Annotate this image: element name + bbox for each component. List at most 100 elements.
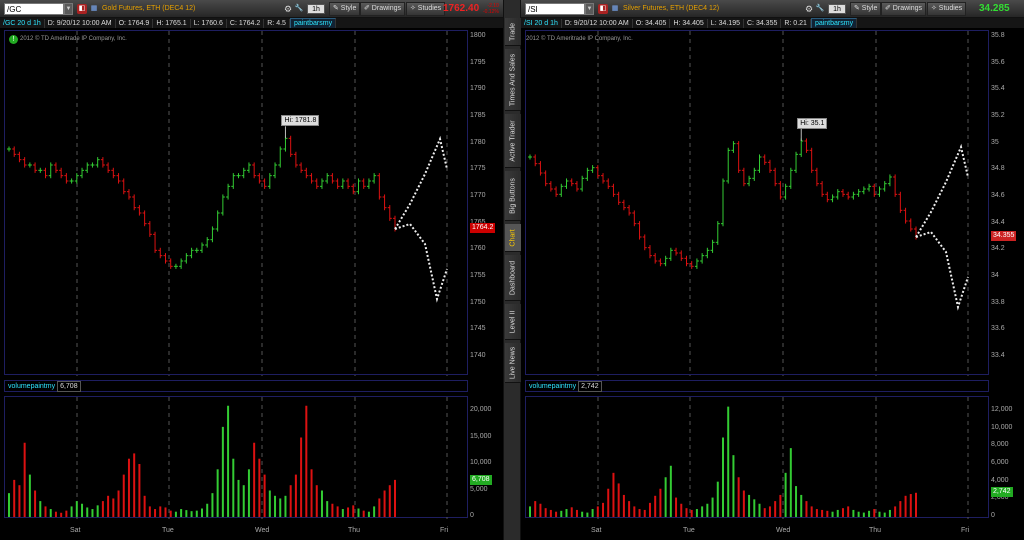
- chart-toolbar: /SI ▼ ◧ ▦ Silver Futures, ETH (DEC4 12) ⚙ 🔧 1h ✎…: [521, 0, 1024, 18]
- price-tick: 34.6: [991, 192, 1005, 199]
- volume-header: volumepaintmy 2,742: [525, 380, 989, 392]
- symbol-input[interactable]: /GC: [4, 3, 64, 15]
- side-tab-chart[interactable]: Chart: [505, 224, 521, 252]
- time-axis: Sat Tue Wed Thu Fri: [4, 527, 468, 539]
- study-tag[interactable]: paintbarsmy: [289, 18, 337, 28]
- price-chart-svg: [7, 31, 448, 376]
- ohlc-field: H: 1765.1: [153, 19, 191, 28]
- price-chart-area[interactable]: Hi: 1781.8 2012 © TD Ameritrade IP Compan…: [4, 30, 468, 376]
- projection-path: [394, 135, 448, 230]
- symbol-input[interactable]: /SI: [525, 3, 585, 15]
- side-tab-label: Level II: [509, 310, 517, 333]
- price-tick: 33.4: [991, 352, 1005, 359]
- price-tick: 1780: [470, 138, 486, 146]
- volume-tick: 6,000: [991, 459, 1009, 466]
- price-chart-svg: [528, 31, 969, 376]
- price-axis[interactable]: 35.8 35.6 35.4 35.2 35 34.8 34.6 34.4 34.2 34 33.8…: [991, 30, 1024, 375]
- ohlc-field: R: 0.21: [781, 19, 811, 28]
- wrench-icon[interactable]: 🔧: [815, 4, 825, 14]
- ohlc-field: L: 34.195: [708, 19, 744, 28]
- drawings-button[interactable]: ✐ Drawings: [360, 2, 405, 16]
- price-tick: 1760: [470, 245, 486, 253]
- price-tick: 35.2: [991, 112, 1005, 119]
- projection-path: [394, 222, 448, 303]
- projection-path: [915, 230, 969, 311]
- price-tick: 34.2: [991, 245, 1005, 253]
- volume-study-name[interactable]: volumepaintmy: [8, 383, 55, 390]
- side-tab-active-trader[interactable]: Active Trader: [505, 114, 521, 168]
- price-tick: 35: [991, 138, 999, 146]
- style-label: ✎ Style: [854, 5, 878, 12]
- volume-badge: 2,742: [991, 486, 1013, 497]
- day-label: Tue: [683, 527, 695, 534]
- price-tick: 35.8: [991, 32, 1005, 39]
- description-icon: ▦: [611, 5, 619, 12]
- aggregation-button[interactable]: 1h: [828, 4, 846, 14]
- volume-value: 6,708: [57, 381, 81, 392]
- side-tab-dashboard[interactable]: Dashboard: [505, 255, 521, 301]
- drawings-label: ✐ Drawings: [364, 5, 401, 12]
- link-icon[interactable]: ◧: [598, 4, 608, 14]
- side-tab-label: Live News: [509, 346, 517, 379]
- style-button[interactable]: ✎ Style: [850, 2, 882, 16]
- volume-chart-svg: [8, 397, 448, 519]
- ohlc-field: H: 34.405: [670, 19, 708, 28]
- day-label: Thu: [869, 527, 882, 534]
- projection-path: [915, 143, 969, 238]
- link-icon[interactable]: ◧: [77, 4, 87, 14]
- ohlc-field: R: 4.5: [264, 19, 290, 28]
- side-tab-times-and-sales[interactable]: Times And Sales: [505, 49, 521, 111]
- side-tab-live-news[interactable]: Live News: [505, 343, 521, 383]
- hi-label: Hi: 1781.8: [281, 115, 320, 127]
- ohlc-field: D: 9/20/12 10:00 AM: [562, 19, 633, 28]
- price-tick: 35.6: [991, 58, 1005, 66]
- volume-study-name[interactable]: volumepaintmy: [529, 383, 576, 390]
- price-tick: 34.8: [991, 165, 1005, 173]
- day-label: Thu: [348, 527, 361, 534]
- day-label: Tue: [162, 527, 174, 534]
- volume-chart-area[interactable]: [525, 396, 989, 519]
- volume-tick: 0: [991, 512, 995, 519]
- wrench-icon[interactable]: 🔧: [294, 4, 304, 14]
- settings-icon[interactable]: ⚙: [804, 4, 814, 14]
- price-tick: 33.8: [991, 298, 1005, 306]
- alert-badge-icon[interactable]: !: [9, 35, 18, 44]
- price-chart-area[interactable]: Hi: 35.1 2012 © TD Ameritrade IP Company,…: [525, 30, 989, 376]
- side-tab-trade[interactable]: Trade: [505, 18, 521, 46]
- studies-button[interactable]: ✧ Studies: [406, 2, 446, 16]
- ohlc-field: O: 34.405: [633, 19, 671, 28]
- chart-toolbar: /GC ▼ ◧ ▦ Gold Futures, ETH (DEC4 12) ⚙ 🔧 1h ✎ S…: [0, 0, 503, 18]
- ohlc-info-bar: /SI 20 d 1h D: 9/20/12 10:00 AM O: 34.405 H…: [521, 18, 1024, 28]
- day-label: Sat: [591, 527, 602, 534]
- side-tab-level-ii[interactable]: Level II: [505, 304, 521, 340]
- studies-button[interactable]: ✧ Studies: [927, 2, 967, 16]
- ohlc-info-bar: /GC 20 d 1h D: 9/20/12 10:00 AM O: 1764.9 H…: [0, 18, 503, 28]
- price-tick: 1750: [470, 298, 486, 306]
- chart-panel-silver: /SI ▼ ◧ ▦ Silver Futures, ETH (DEC4 12) ⚙ 🔧 1h ✎…: [521, 0, 1024, 540]
- volume-header: volumepaintmy 6,708: [4, 380, 468, 392]
- price-tick: 33.6: [991, 325, 1005, 333]
- style-button[interactable]: ✎ Style: [329, 2, 361, 16]
- side-tab-label: Active Trader: [509, 119, 517, 162]
- volume-badge: 6,708: [470, 475, 492, 486]
- drawings-button[interactable]: ✐ Drawings: [881, 2, 926, 16]
- volume-chart-area[interactable]: [4, 396, 468, 519]
- day-label: Sat: [70, 527, 81, 534]
- style-label: ✎ Style: [333, 5, 357, 12]
- symbol-dropdown-icon[interactable]: ▼: [64, 3, 73, 15]
- day-label: Wed: [776, 527, 791, 534]
- price-axis[interactable]: 1800179517901785178017751770176517601755…: [470, 30, 503, 375]
- symbol-description: Silver Futures, ETH (DEC4 12): [623, 5, 720, 12]
- symbol-dropdown-icon[interactable]: ▼: [585, 3, 594, 15]
- last-price: 1762.40: [443, 3, 480, 14]
- aggregation-button[interactable]: 1h: [307, 4, 325, 14]
- volume-axis: 12,000 10,000 8,000 6,000 4,000 2,000 0 2,742: [991, 396, 1024, 519]
- side-tab-big-buttons[interactable]: Big Buttons: [505, 171, 521, 221]
- time-axis: Sat Tue Wed Thu Fri: [525, 527, 989, 539]
- study-tag[interactable]: paintbarsmy: [810, 18, 858, 28]
- studies-label: ✧ Studies: [931, 5, 963, 12]
- price-tick: 1795: [470, 58, 486, 66]
- settings-icon[interactable]: ⚙: [283, 4, 293, 14]
- price-tick: 1755: [470, 272, 486, 279]
- side-tab-label: Dashboard: [509, 260, 517, 295]
